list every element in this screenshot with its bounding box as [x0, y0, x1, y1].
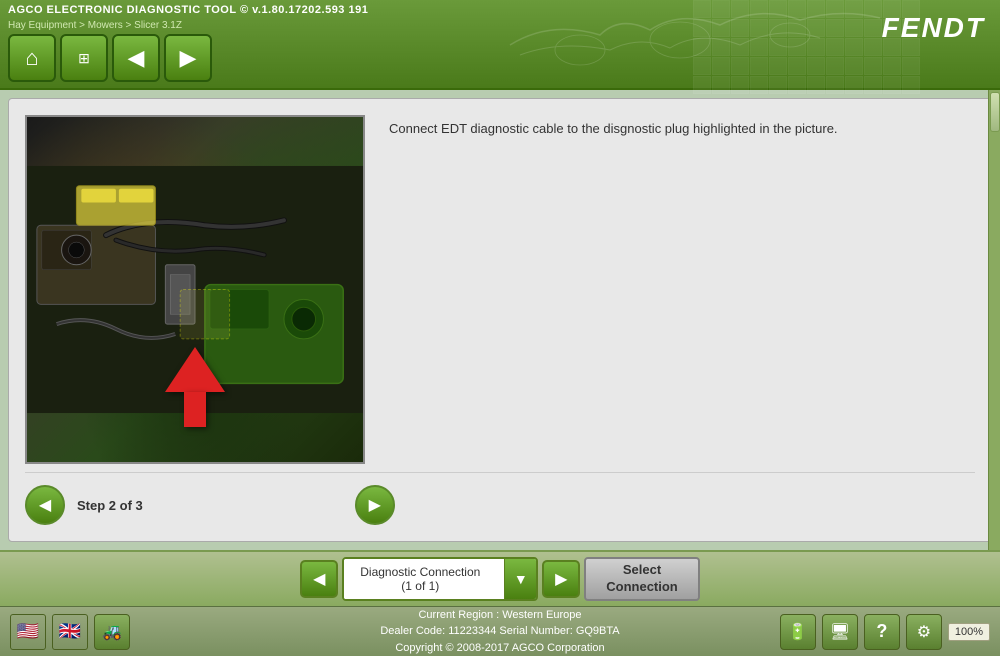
usa-flag-button[interactable]: 🇺🇸: [10, 614, 46, 650]
forward-arrow-icon: ▶: [180, 45, 197, 71]
status-region: Current Region : Western Europe: [380, 607, 619, 624]
status-copyright: Copyright © 2008-2017 AGCO Corporation: [380, 640, 619, 656]
connection-selector: Diagnostic Connection (1 of 1) ▼: [342, 557, 538, 601]
status-bar: 🇺🇸 🇬🇧 🚜 Current Region : Western Europe …: [0, 606, 1000, 656]
status-text: Current Region : Western Europe Dealer C…: [380, 607, 619, 656]
diagnostic-image: [25, 115, 365, 464]
prev-step-button[interactable]: ◀: [25, 485, 65, 525]
nav-prev-button[interactable]: ◀: [300, 560, 338, 598]
status-left-icons: 🇺🇸 🇬🇧 🚜: [10, 614, 130, 650]
dropdown-arrow-icon: ▼: [514, 571, 528, 587]
menu-button[interactable]: ⊞: [60, 34, 108, 82]
step-label: Step 2 of 3: [77, 498, 143, 513]
instruction-text: Connect EDT diagnostic cable to the disg…: [381, 115, 975, 464]
back-button[interactable]: ◀: [112, 34, 160, 82]
settings-button[interactable]: ⚙: [906, 614, 942, 650]
connection-dropdown-button[interactable]: ▼: [504, 559, 536, 599]
prev-step-icon: ◀: [39, 495, 51, 515]
content-panel: Connect EDT diagnostic cable to the disg…: [8, 98, 992, 542]
nav-next-icon: ▶: [555, 569, 567, 589]
nav-button-group: ⌂ ⊞ ◀ ▶: [8, 34, 212, 82]
connection-label: Diagnostic Connection (1 of 1): [344, 559, 504, 599]
main-area: Connect EDT diagnostic cable to the disg…: [0, 90, 1000, 550]
breadcrumb: Hay Equipment > Mowers > Slicer 3.1Z: [8, 20, 182, 31]
menu-icon: ⊞: [78, 50, 90, 67]
arrow-head: [165, 347, 225, 392]
home-icon: ⌂: [25, 45, 38, 71]
status-right-icons: 🔋 🖥 ? ⚙ 100%: [780, 614, 990, 650]
nav-next-button[interactable]: ▶: [542, 560, 580, 598]
connection-label-line2: (1 of 1): [360, 579, 480, 593]
help-icon: ?: [876, 621, 887, 642]
scrollbar-thumb[interactable]: [990, 92, 1000, 132]
connection-status-button[interactable]: 🖥: [822, 614, 858, 650]
next-step-icon: ▶: [369, 495, 381, 515]
content-top: Connect EDT diagnostic cable to the disg…: [25, 115, 975, 464]
fendt-logo: FENDT: [882, 12, 985, 44]
status-dealer-info: Dealer Code: 11223344 Serial Number: GQ9…: [380, 623, 619, 640]
uk-flag-button[interactable]: 🇬🇧: [52, 614, 88, 650]
direction-arrow: [165, 347, 225, 427]
arrow-shaft: [184, 392, 206, 427]
home-button[interactable]: ⌂: [8, 34, 56, 82]
equipment-button[interactable]: 🚜: [94, 614, 130, 650]
app-title: AGCO ELECTRONIC DIAGNOSTIC TOOL © v.1.80…: [8, 4, 368, 16]
back-arrow-icon: ◀: [128, 45, 145, 71]
zoom-indicator: 100%: [948, 623, 990, 641]
step-navigation: ◀ Step 2 of 3 ▶: [25, 472, 975, 525]
nav-prev-icon: ◀: [313, 569, 325, 589]
bottom-nav-bar: ◀ Diagnostic Connection (1 of 1) ▼ ▶ Sel…: [0, 550, 1000, 606]
forward-button[interactable]: ▶: [164, 34, 212, 82]
select-connection-label-line1: Select: [606, 562, 678, 579]
next-step-button[interactable]: ▶: [355, 485, 395, 525]
connection-label-line1: Diagnostic Connection: [360, 565, 480, 579]
scrollbar[interactable]: [988, 90, 1000, 550]
top-bar: for(let i=0;i<60;i++) document.write('<d…: [0, 0, 1000, 90]
select-connection-label-line2: Connection: [606, 579, 678, 596]
help-button[interactable]: ?: [864, 614, 900, 650]
battery-button[interactable]: 🔋: [780, 614, 816, 650]
select-connection-button[interactable]: Select Connection: [584, 557, 700, 601]
